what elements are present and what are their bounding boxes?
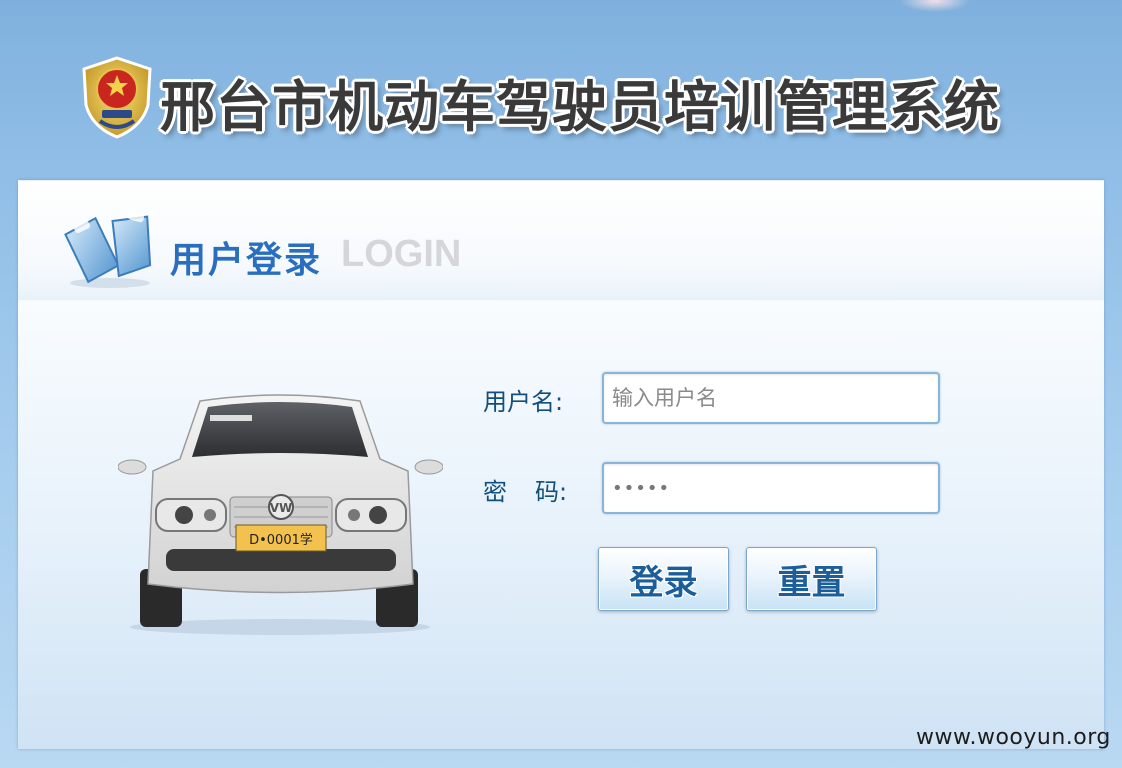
login-title: 用户登录 <box>170 240 323 281</box>
username-label: 用户名: <box>483 388 564 416</box>
license-plate: D•0001学 <box>249 532 313 548</box>
car-illustration: VW D•0001学 <box>118 394 443 635</box>
username-input[interactable] <box>602 372 940 424</box>
password-label-left: 密 <box>483 478 507 506</box>
keys-icon <box>64 211 152 288</box>
watermark: www.wooyun.org <box>916 725 1111 750</box>
police-emblem-icon <box>82 56 152 139</box>
header-decoration <box>900 0 970 12</box>
svg-text:VW: VW <box>270 501 293 515</box>
login-subtitle: LOGIN <box>341 233 462 275</box>
password-input[interactable] <box>602 462 940 514</box>
page-header: 邢台市机动车驾驶员培训管理系统 <box>0 0 1122 170</box>
login-panel-header: 用户登录 LOGIN <box>18 181 1104 300</box>
reset-button[interactable]: 重置 <box>746 547 877 611</box>
password-label-right: 码: <box>535 478 568 506</box>
login-panel: 用户登录 LOGIN VW D•0001学 用户名: 输入用户名 密 码: ••… <box>18 180 1104 749</box>
login-button[interactable]: 登录 <box>598 547 729 611</box>
password-label: 密码: <box>483 472 567 507</box>
system-title: 邢台市机动车驾驶员培训管理系统 <box>160 75 1001 139</box>
